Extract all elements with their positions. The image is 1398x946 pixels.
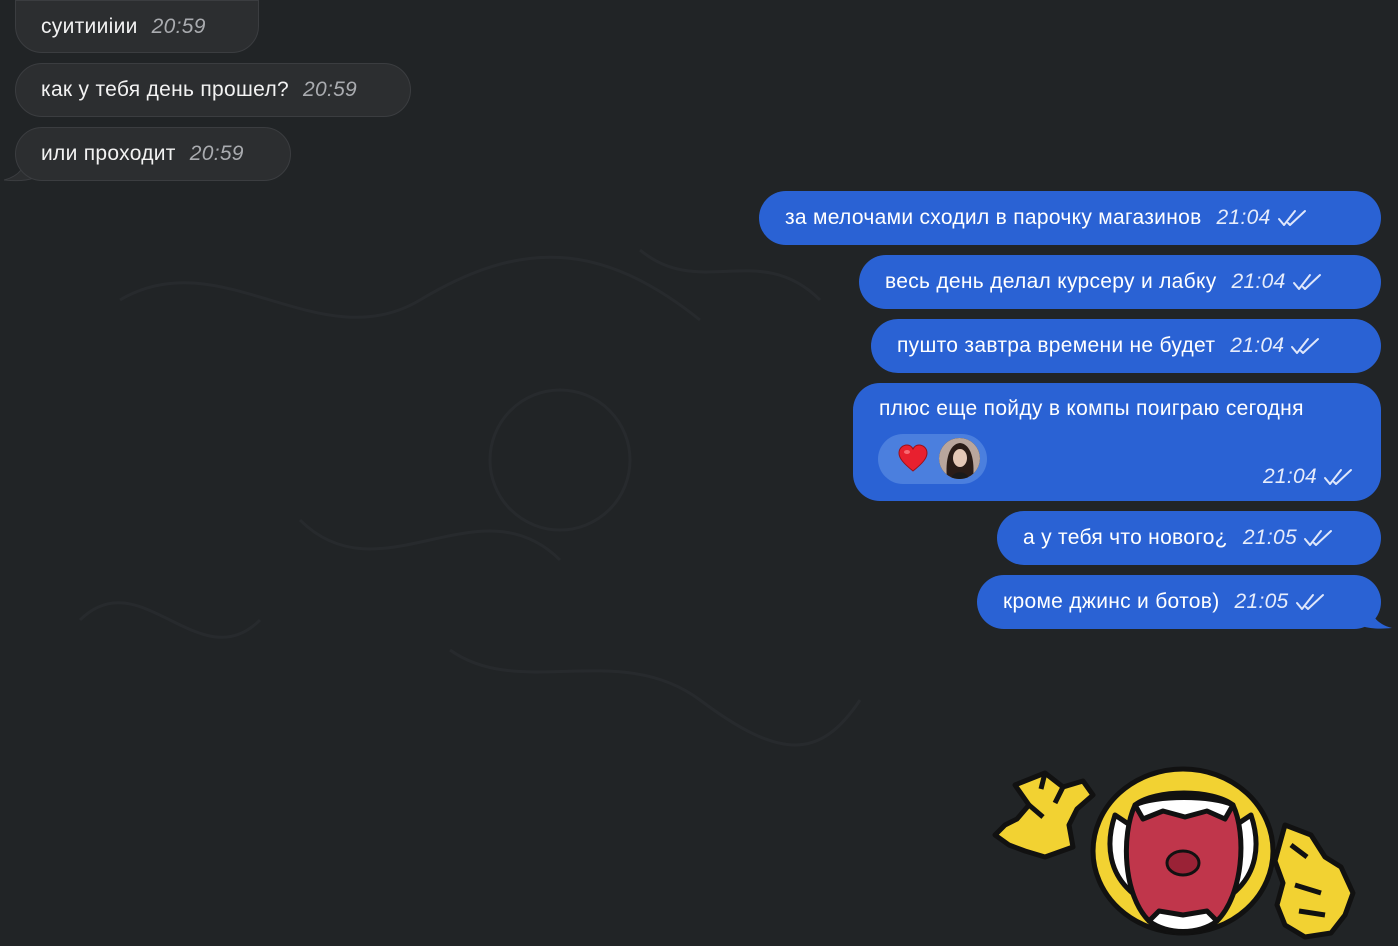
double-check-icon (1295, 594, 1324, 610)
avatar (939, 438, 980, 479)
double-check-icon (1303, 530, 1332, 546)
message-time: 21:04 (1230, 334, 1285, 357)
message-time: 20:59 (302, 78, 358, 101)
message-text: а у тебя что нового¿ (1023, 526, 1228, 549)
double-check-icon (1292, 274, 1321, 290)
message-time: 21:04 (1231, 270, 1286, 293)
message-text: за мелочами сходил в парочку магазинов (785, 206, 1202, 229)
double-check-icon (1277, 210, 1306, 226)
message-text: весь день делал курсеру и лабку (885, 270, 1217, 293)
message-time: 21:04 (1216, 206, 1271, 229)
screaming-face-sticker[interactable] (985, 765, 1360, 945)
heart-icon (898, 444, 928, 472)
outgoing-message[interactable]: пушто завтра времени не будет 21:04 (871, 319, 1381, 373)
message-text: кроме джинс и ботов) (1003, 590, 1220, 613)
outgoing-message[interactable]: плюс еще пойду в компы поиграю сегодня 2… (853, 383, 1381, 501)
outgoing-message[interactable]: кроме джинс и ботов) 21:05 (977, 575, 1381, 629)
double-check-icon (1291, 338, 1320, 354)
incoming-message[interactable]: или проходит 20:59 (15, 127, 291, 181)
incoming-message[interactable]: как у тебя день прошел? 20:59 (15, 63, 411, 117)
message-text: пушто завтра времени не будет (897, 334, 1216, 357)
message-time: 21:05 (1242, 526, 1297, 549)
incoming-message[interactable]: суитииiии 20:59 (15, 0, 259, 53)
message-text: плюс еще пойду в компы поиграю сегодня (879, 397, 1304, 420)
message-text: как у тебя день прошел? (41, 78, 289, 101)
outgoing-message[interactable]: а у тебя что нового¿ 21:05 (997, 511, 1381, 565)
message-text: суитииiии (41, 14, 138, 38)
message-time: 20:59 (189, 142, 244, 165)
reaction-pill[interactable] (878, 434, 987, 484)
message-time: 21:04 (1262, 465, 1317, 488)
outgoing-message[interactable]: весь день делал курсеру и лабку 21:04 (859, 255, 1381, 309)
message-time: 20:59 (151, 14, 206, 38)
double-check-icon (1324, 469, 1352, 485)
message-meta: 21:04 (1248, 465, 1353, 489)
outgoing-message[interactable]: за мелочами сходил в парочку магазинов 2… (759, 191, 1381, 245)
message-text: или проходит (41, 142, 176, 165)
message-time: 21:05 (1234, 590, 1289, 613)
